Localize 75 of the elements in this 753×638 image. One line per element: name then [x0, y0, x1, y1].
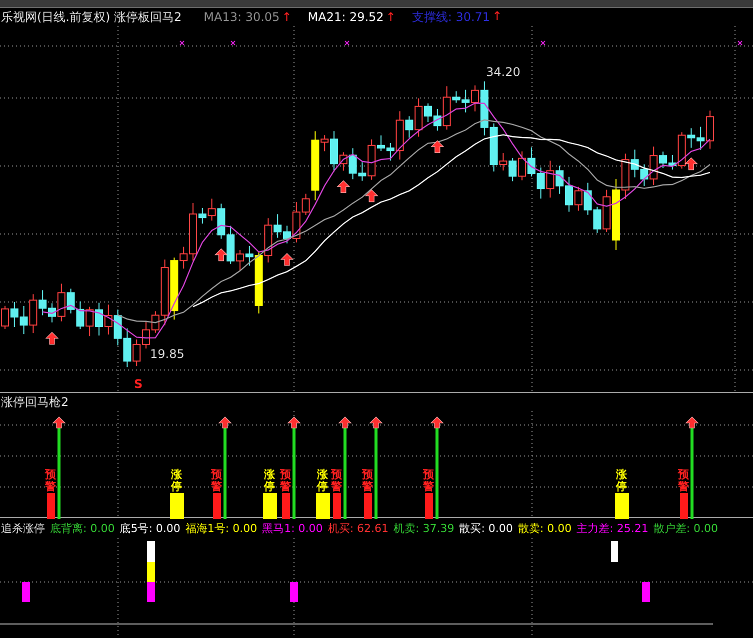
candle	[132, 338, 141, 367]
candle	[86, 306, 94, 337]
signal-bar	[615, 493, 629, 519]
price-label: S	[134, 377, 143, 391]
up-arrow-icon	[214, 248, 228, 262]
signal-label: 预警	[423, 469, 434, 494]
candle	[556, 165, 564, 194]
indicator-reading: 底5号: 0.00	[120, 520, 180, 536]
price-label: 19.85	[150, 347, 184, 361]
signal-bar	[680, 493, 688, 519]
candle	[508, 158, 517, 182]
signal-bar	[282, 493, 290, 519]
candle	[536, 166, 545, 200]
indicator-reading: MA13: 30.05	[204, 10, 280, 24]
indicator-bar	[290, 582, 298, 602]
candle	[10, 301, 18, 328]
cross-mark	[230, 40, 236, 46]
cross-mark	[738, 40, 742, 46]
signal-label: 涨停	[317, 469, 328, 494]
signal-bar	[170, 493, 184, 519]
signal-label: 预警	[362, 469, 373, 494]
trend-arrow: ↑	[386, 10, 396, 24]
indicator-bar	[611, 541, 618, 562]
candle	[76, 300, 84, 330]
signal-label: 涨停	[171, 469, 182, 494]
indicator-reading: 散户差: 0.00	[653, 520, 718, 536]
up-arrow-icon	[280, 253, 294, 266]
up-arrow-icon	[684, 157, 698, 170]
candle	[20, 306, 28, 335]
up-arrow-icon	[364, 189, 378, 202]
signal-label: 预警	[678, 469, 689, 494]
indicator-reading: 散买: 0.00	[459, 520, 513, 536]
chart-title: 乐视网(日线.前复权) 涨停板回马2	[1, 8, 182, 26]
panel-title: 追杀涨停	[1, 520, 45, 536]
candle	[527, 146, 536, 177]
indicator-reading: 黑马1: 0.00	[262, 520, 323, 536]
signal-bar	[213, 493, 221, 519]
signal-bar	[263, 493, 277, 519]
indicator-reading: 支撑线: 30.71	[412, 8, 490, 26]
signal-bar	[364, 493, 372, 519]
indicator-bar	[642, 582, 650, 602]
up-arrow-icon	[430, 140, 444, 153]
candle	[114, 309, 122, 346]
signal-label: 涨停	[264, 469, 275, 494]
candle	[584, 182, 592, 216]
indicator-bar	[22, 582, 30, 602]
signal-label: 预警	[211, 469, 222, 494]
up-arrow-icon	[336, 180, 350, 193]
indicator-reading: 机买: 62.61	[328, 520, 389, 536]
trend-arrow: ↑	[282, 10, 292, 24]
indicator-reading: 散卖: 0.00	[518, 520, 572, 536]
trend-arrow: ↑	[492, 8, 502, 24]
indicator-reading: 主力差: 25.21	[576, 520, 648, 536]
cross-mark	[344, 40, 350, 46]
indicator-reading: MA21: 29.52	[308, 10, 384, 24]
cross-mark	[180, 40, 184, 46]
cross-mark	[540, 40, 546, 46]
signal-bar	[47, 493, 55, 519]
price-label: 34.20	[486, 65, 520, 79]
signal-bar	[333, 493, 341, 519]
candle	[123, 328, 132, 368]
candle	[104, 304, 112, 335]
signal-label: 预警	[280, 469, 291, 494]
candle	[546, 160, 554, 198]
signal-label: 涨停	[616, 469, 627, 494]
signal-bar	[425, 493, 433, 519]
signal-label: 预警	[331, 469, 342, 494]
panel-title: 涨停回马枪2	[1, 394, 69, 410]
indicator-bar	[147, 541, 155, 602]
up-arrow-icon	[45, 332, 59, 345]
signal-bar	[316, 493, 330, 519]
indicator-reading: 底背离: 0.00	[50, 520, 115, 536]
signal-label: 预警	[45, 469, 56, 494]
indicator-reading: 福海1号: 0.00	[185, 520, 258, 536]
indicator-reading: 机卖: 37.39	[394, 520, 454, 536]
